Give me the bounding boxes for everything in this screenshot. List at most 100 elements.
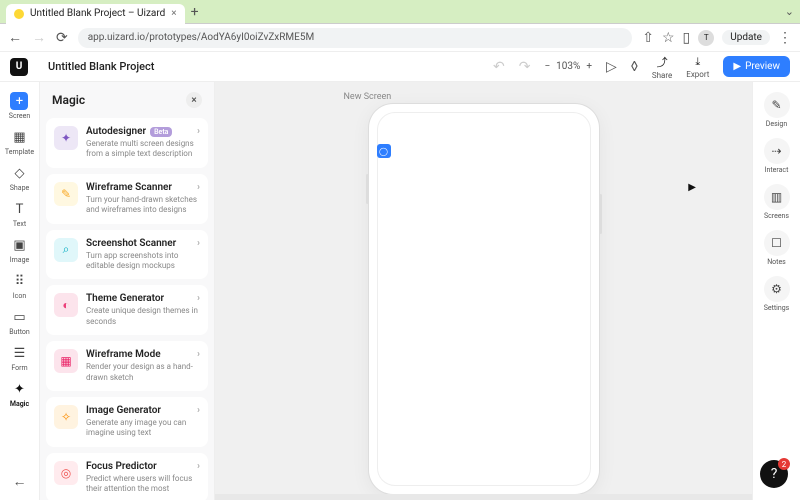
chevron-right-icon: ›	[197, 126, 200, 137]
right-item-settings[interactable]: ⚙Settings	[764, 276, 790, 312]
device-frame[interactable]: ◯	[369, 104, 599, 494]
magic-panel: Magic × ✦AutodesignerBetaGenerate multi …	[40, 82, 215, 500]
redo-icon[interactable]: ↷	[519, 59, 531, 75]
chevron-right-icon: ›	[197, 405, 200, 416]
right-item-interact[interactable]: ⇢Interact	[764, 138, 790, 174]
new-tab-button[interactable]: +	[191, 4, 199, 20]
panel-close-icon[interactable]: ×	[186, 92, 202, 108]
tab-favicon	[14, 9, 24, 19]
magic-item-theme-generator[interactable]: ◐Theme GeneratorCreate unique design the…	[46, 285, 208, 335]
export-icon: ⤓	[695, 55, 700, 69]
chevron-right-icon: ›	[197, 238, 200, 249]
tab-close-icon[interactable]: ×	[171, 8, 176, 19]
right-item-design[interactable]: ✎Design	[764, 92, 790, 128]
button-icon: ▭	[10, 308, 28, 326]
share-page-icon[interactable]: ⇧	[642, 30, 654, 46]
chevron-right-icon: ›	[197, 461, 200, 472]
tabs-overflow-icon[interactable]: ⌄	[785, 5, 794, 18]
panel-title: Magic	[52, 93, 85, 107]
chevron-right-icon: ›	[197, 293, 200, 304]
project-title[interactable]: Untitled Blank Project	[48, 60, 154, 73]
canvas[interactable]: New Screen ◯ ▶	[215, 82, 752, 500]
play-icon: ▶	[733, 61, 741, 72]
selection-handle-icon[interactable]: ◯	[377, 144, 391, 158]
browser-toolbar: ← → ⟳ app.uizard.io/prototypes/AodYA6yI0…	[0, 24, 800, 52]
right-item-notes[interactable]: ☐Notes	[764, 230, 790, 266]
tool-icon[interactable]: ◊	[631, 59, 638, 75]
magic-item-image-generator[interactable]: ✧Image GeneratorGenerate any image you c…	[46, 397, 208, 447]
settings-icon: ⚙	[764, 276, 790, 302]
sidebar-item-icon[interactable]: ⠿Icon	[5, 268, 34, 304]
image-icon: ▣	[10, 236, 28, 254]
text-icon: T	[10, 200, 28, 218]
magic-item-icon: ✦	[54, 126, 78, 150]
sidebar-item-button[interactable]: ▭Button	[5, 304, 34, 340]
browser-update-button[interactable]: Update	[722, 30, 770, 45]
chevron-right-icon: ›	[197, 182, 200, 193]
share-icon: ⤴	[657, 54, 668, 70]
magic-item-wireframe-scanner[interactable]: ✎Wireframe ScannerTurn your hand-drawn s…	[46, 174, 208, 224]
sidebar-item-screen[interactable]: +Screen	[5, 88, 34, 124]
right-sidebar: ✎Design ⇢Interact ▥Screens ☐Notes ⚙Settings	[752, 82, 800, 500]
play-mode-icon[interactable]: ▷	[606, 59, 617, 75]
right-item-screens[interactable]: ▥Screens	[764, 184, 790, 220]
screens-icon: ▥	[764, 184, 790, 210]
magic-item-screenshot-scanner[interactable]: ⌕Screenshot ScannerTurn app screenshots …	[46, 230, 208, 280]
sidebar-item-template[interactable]: ▦Template	[5, 124, 34, 160]
bookmark-icon[interactable]: ☆	[662, 30, 675, 46]
preview-button[interactable]: ▶ Preview	[723, 56, 790, 77]
chevron-right-icon: ›	[197, 349, 200, 360]
sidebar-item-magic[interactable]: ✦Magic	[5, 376, 34, 412]
sidebar-item-image[interactable]: ▣Image	[5, 232, 34, 268]
cursor-icon: ▶	[688, 182, 696, 193]
form-icon: ☰	[10, 344, 28, 362]
zoom-level[interactable]: 103%	[556, 61, 580, 72]
sidebar-back-icon[interactable]: ←	[13, 463, 27, 500]
zoom-out-icon[interactable]: −	[544, 61, 550, 72]
back-icon[interactable]: ←	[8, 29, 22, 46]
screen-label[interactable]: New Screen	[344, 92, 392, 102]
notes-icon: ☐	[764, 230, 790, 256]
undo-icon[interactable]: ↶	[493, 59, 505, 75]
magic-item-icon: ▦	[54, 349, 78, 373]
interact-icon: ⇢	[764, 138, 790, 164]
horizontal-scrollbar[interactable]	[215, 494, 752, 500]
sidebar-item-text[interactable]: TText	[5, 196, 34, 232]
panel-icon[interactable]: ▯	[683, 30, 691, 46]
url-text: app.uizard.io/prototypes/AodYA6yI0oiZvZx…	[88, 32, 314, 43]
left-sidebar: +Screen▦Template◇ShapeTText▣Image⠿Icon▭B…	[0, 82, 40, 500]
address-bar[interactable]: app.uizard.io/prototypes/AodYA6yI0oiZvZx…	[78, 28, 632, 48]
magic-item-wireframe-mode[interactable]: ▦Wireframe ModeRender your design as a h…	[46, 341, 208, 391]
browser-tab[interactable]: Untitled Blank Project – Uizard ×	[6, 4, 185, 24]
beta-badge: Beta	[150, 127, 172, 137]
app-header: U Untitled Blank Project ↶ ↷ − 103% + ▷ …	[0, 52, 800, 82]
share-button[interactable]: ⤴ Share	[652, 54, 672, 80]
sidebar-item-shape[interactable]: ◇Shape	[5, 160, 34, 196]
export-button[interactable]: ⤓ Export	[686, 55, 709, 79]
magic-icon: ✦	[10, 380, 28, 398]
help-button[interactable]: ? 2	[760, 460, 788, 488]
icon-icon: ⠿	[10, 272, 28, 290]
app-logo[interactable]: U	[10, 58, 28, 76]
magic-item-icon: ◐	[54, 293, 78, 317]
magic-item-icon: ✎	[54, 182, 78, 206]
sidebar-item-form[interactable]: ☰Form	[5, 340, 34, 376]
screen-icon: +	[10, 92, 28, 110]
browser-avatar[interactable]: T	[698, 30, 714, 46]
help-badge: 2	[778, 458, 790, 470]
forward-icon[interactable]: →	[32, 29, 46, 46]
design-icon: ✎	[764, 92, 790, 118]
magic-item-icon: ◎	[54, 461, 78, 485]
magic-item-focus-predictor[interactable]: ◎Focus PredictorPredict where users will…	[46, 453, 208, 500]
zoom-control: − 103% +	[544, 61, 592, 72]
tab-title: Untitled Blank Project – Uizard	[30, 8, 165, 19]
magic-item-autodesigner[interactable]: ✦AutodesignerBetaGenerate multi screen d…	[46, 118, 208, 168]
reload-icon[interactable]: ⟳	[56, 30, 68, 46]
shape-icon: ◇	[10, 164, 28, 182]
magic-item-icon: ✧	[54, 405, 78, 429]
browser-tab-strip: Untitled Blank Project – Uizard × + ⌄	[0, 0, 800, 24]
template-icon: ▦	[10, 128, 28, 146]
magic-item-icon: ⌕	[54, 238, 78, 262]
browser-menu-icon[interactable]: ⋮	[778, 30, 792, 46]
zoom-in-icon[interactable]: +	[586, 61, 592, 72]
